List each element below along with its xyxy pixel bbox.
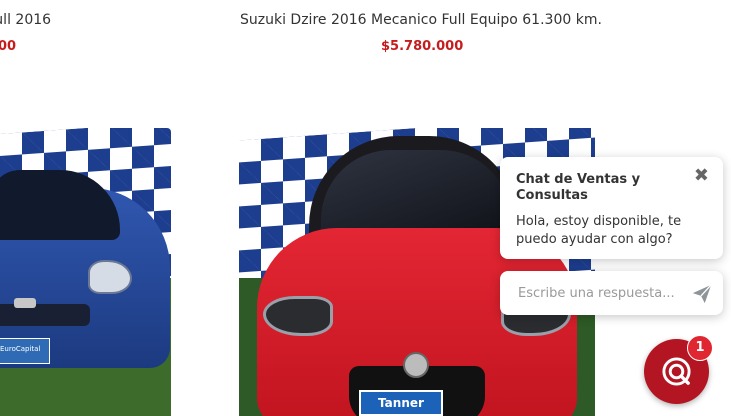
car-photo-left[interactable]: EuroCapital <box>0 128 171 416</box>
close-icon[interactable]: ✖ <box>694 167 709 185</box>
chat-launcher-icon <box>662 357 691 386</box>
dealer-plate: Tanner <box>359 390 443 416</box>
chat-message: Hola, estoy disponible, te puedo ayudar … <box>516 214 682 247</box>
send-icon[interactable] <box>691 283 713 305</box>
listing-price-left: .000 <box>0 39 17 54</box>
chat-input-box <box>500 271 723 315</box>
car-logo <box>14 298 36 308</box>
listing-price-right: $5.780.000 <box>381 39 464 54</box>
listing-title-left[interactable]: o Full 2016 <box>0 12 51 28</box>
car-windshield <box>321 150 511 240</box>
car-badge <box>403 352 429 378</box>
car-grille <box>0 304 90 326</box>
dealer-plate: EuroCapital <box>0 338 50 364</box>
listing-title-right[interactable]: Suzuki Dzire 2016 Mecanico Full Equipo 6… <box>240 12 602 28</box>
chat-title: Chat de Ventas y Consultas <box>516 172 641 203</box>
car-headlight <box>88 260 132 294</box>
chat-message-bubble: Chat de Ventas y Consultas Hola, estoy d… <box>500 157 723 259</box>
notification-badge: 1 <box>687 335 713 361</box>
chat-reply-input[interactable] <box>500 271 680 315</box>
